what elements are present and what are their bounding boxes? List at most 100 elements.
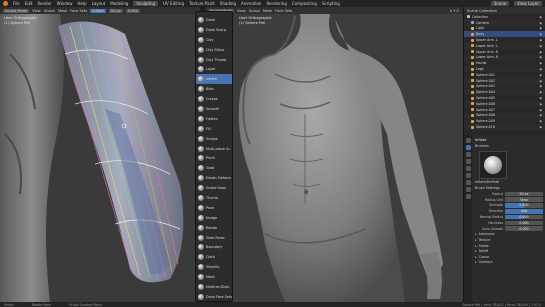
visibility-eye-icon[interactable]: ◉ bbox=[539, 67, 542, 71]
visibility-eye-icon[interactable]: ◉ bbox=[539, 21, 542, 25]
tab-shading[interactable]: Shading bbox=[220, 1, 236, 6]
tab-scripting[interactable]: Scripting bbox=[322, 1, 340, 6]
brush-item[interactable]: Simplify bbox=[196, 262, 232, 272]
brush-item[interactable]: Multi-plane Sc. bbox=[196, 144, 232, 154]
visibility-eye-icon[interactable]: ◉ bbox=[539, 96, 542, 100]
radius-field[interactable]: 50 px bbox=[108, 8, 123, 13]
properties-tabs[interactable] bbox=[464, 135, 472, 302]
visibility-eye-icon[interactable]: ◉ bbox=[539, 113, 542, 117]
tab-animation[interactable]: Animation bbox=[241, 1, 261, 6]
menu-view-left[interactable]: View bbox=[32, 9, 41, 13]
brush-item[interactable]: Layer bbox=[196, 64, 232, 74]
tab-uv-editing[interactable]: UV Editing bbox=[163, 1, 184, 6]
brush-item[interactable]: Crease bbox=[196, 94, 232, 104]
brush-item[interactable]: Blob bbox=[196, 84, 232, 94]
output-tab-icon[interactable] bbox=[465, 159, 471, 164]
view-layer-selector[interactable]: View Layer bbox=[514, 1, 542, 6]
brush-item[interactable]: Draw Face Sets bbox=[196, 292, 232, 302]
setting-value-field[interactable]: 0.500 bbox=[505, 214, 543, 220]
brush-item[interactable]: Multires Displ. bbox=[196, 282, 232, 292]
strength-field[interactable]: 0.500 bbox=[125, 8, 141, 13]
brush-item[interactable]: Snake Hook bbox=[196, 183, 232, 193]
brush-item[interactable]: Cloth bbox=[196, 252, 232, 262]
setting-value-field[interactable]: Add bbox=[505, 209, 543, 214]
scene-selector[interactable]: Scene bbox=[490, 1, 510, 6]
brush-item[interactable]: Pinch bbox=[196, 153, 232, 163]
brush-item[interactable]: Elastic Deform bbox=[196, 173, 232, 183]
brush-item[interactable]: Mask bbox=[196, 272, 232, 282]
menu-view-right[interactable]: View bbox=[237, 9, 246, 13]
brush-item[interactable]: Smooth bbox=[196, 104, 232, 114]
visibility-eye-icon[interactable]: ◉ bbox=[539, 38, 542, 42]
outliner-row[interactable]: Sphere.010 ◉ bbox=[464, 124, 545, 130]
setting-value-field[interactable]: 0.500 bbox=[505, 203, 543, 208]
tab-modeling[interactable]: Modeling bbox=[110, 1, 128, 6]
tab-layout[interactable]: Layout bbox=[92, 1, 106, 6]
brush-item[interactable]: Scrape bbox=[196, 134, 232, 144]
brushes-section-header[interactable]: Brushes bbox=[475, 143, 543, 149]
visibility-eye-icon[interactable]: ◉ bbox=[539, 44, 542, 48]
brush-item[interactable]: Clay bbox=[196, 35, 232, 45]
tab-compositing[interactable]: Compositing bbox=[292, 1, 317, 6]
blender-logo-icon[interactable] bbox=[3, 1, 8, 6]
setting-value-field[interactable]: View bbox=[505, 197, 543, 202]
menu-mask-right[interactable]: Mask bbox=[263, 9, 272, 13]
outliner-tree[interactable]: Collection ◉ Camera ◉ Light ◉ Body ◉ Upper Arm .… bbox=[464, 14, 545, 130]
material-tab-icon[interactable] bbox=[465, 194, 471, 199]
tab-rendering[interactable]: Rendering bbox=[266, 1, 286, 6]
right-viewport[interactable]: User Orthographic (1) Sphere Pell bbox=[205, 14, 463, 302]
active-tool-tab-icon[interactable] bbox=[465, 145, 471, 150]
visibility-eye-icon[interactable]: ◉ bbox=[539, 61, 542, 65]
menu-window[interactable]: Window bbox=[57, 1, 73, 6]
symmetry-axes[interactable]: X Y Z bbox=[450, 9, 459, 13]
menu-facesets-right[interactable]: Face Sets bbox=[275, 9, 292, 13]
visibility-eye-icon[interactable]: ◉ bbox=[539, 50, 542, 54]
mode-selector-left[interactable]: Sculpt Mode bbox=[3, 8, 30, 13]
tab-sculpting[interactable]: Sculpting bbox=[133, 1, 159, 6]
menu-render[interactable]: Render bbox=[37, 1, 51, 6]
brush-item[interactable]: Boundary bbox=[196, 242, 232, 252]
menu-help[interactable]: Help bbox=[77, 1, 86, 6]
brush-item[interactable]: Nudge bbox=[196, 213, 232, 223]
menu-file[interactable]: File bbox=[13, 1, 20, 6]
brush-selector-menu[interactable]: Draw Draw Sharp Clay Clay Strips Clay Thumb L… bbox=[195, 11, 233, 307]
scene-tab-icon[interactable] bbox=[465, 166, 471, 171]
subpanel-header[interactable]: Overlays bbox=[475, 260, 543, 266]
visibility-eye-icon[interactable]: ◉ bbox=[539, 90, 542, 94]
visibility-eye-icon[interactable]: ◉ bbox=[539, 26, 542, 30]
menu-sculpt-right[interactable]: Sculpt bbox=[249, 9, 260, 13]
visibility-eye-icon[interactable]: ◉ bbox=[539, 15, 542, 19]
brush-item[interactable]: Inflate bbox=[196, 74, 232, 85]
visibility-eye-icon[interactable]: ◉ bbox=[539, 119, 542, 123]
setting-value-field[interactable]: 0.000 bbox=[505, 220, 543, 226]
left-viewport[interactable]: User Orthographic (1) Sphere Pell bbox=[0, 14, 200, 302]
brush-item[interactable]: Flatten bbox=[196, 114, 232, 124]
setting-value-field[interactable]: 0.000 bbox=[505, 226, 543, 231]
world-tab-icon[interactable] bbox=[465, 173, 471, 178]
visibility-eye-icon[interactable]: ◉ bbox=[539, 32, 542, 36]
brush-item[interactable]: Clay Thumb bbox=[196, 55, 232, 65]
brush-item[interactable]: Rotate bbox=[196, 223, 232, 233]
menu-edit[interactable]: Edit bbox=[25, 1, 33, 6]
brush-item[interactable]: Slide Relax bbox=[196, 233, 232, 243]
brush-item[interactable]: Fill bbox=[196, 124, 232, 134]
visibility-eye-icon[interactable]: ◉ bbox=[539, 125, 542, 129]
brush-item[interactable]: Thumb bbox=[196, 193, 232, 203]
brush-item[interactable]: Clay Strips bbox=[196, 45, 232, 55]
brush-item[interactable]: Draw Sharp bbox=[196, 25, 232, 35]
menu-facesets-left[interactable]: Face Sets bbox=[70, 9, 87, 13]
tool-tab-icon[interactable] bbox=[465, 138, 471, 143]
brush-item[interactable]: Pose bbox=[196, 203, 232, 213]
brush-item[interactable]: Grab bbox=[196, 163, 232, 173]
visibility-eye-icon[interactable]: ◉ bbox=[539, 84, 542, 88]
brush-item[interactable]: Draw bbox=[196, 15, 232, 25]
setting-value-field[interactable]: 50 px bbox=[505, 191, 543, 197]
visibility-eye-icon[interactable]: ◉ bbox=[539, 79, 542, 83]
visibility-eye-icon[interactable]: ◉ bbox=[539, 102, 542, 106]
menu-mask-left[interactable]: Mask bbox=[58, 9, 67, 13]
visibility-eye-icon[interactable]: ◉ bbox=[539, 108, 542, 112]
object-tab-icon[interactable] bbox=[465, 180, 471, 185]
visibility-eye-icon[interactable]: ◉ bbox=[539, 55, 542, 59]
render-tab-icon[interactable] bbox=[465, 152, 471, 157]
visibility-eye-icon[interactable]: ◉ bbox=[539, 73, 542, 77]
